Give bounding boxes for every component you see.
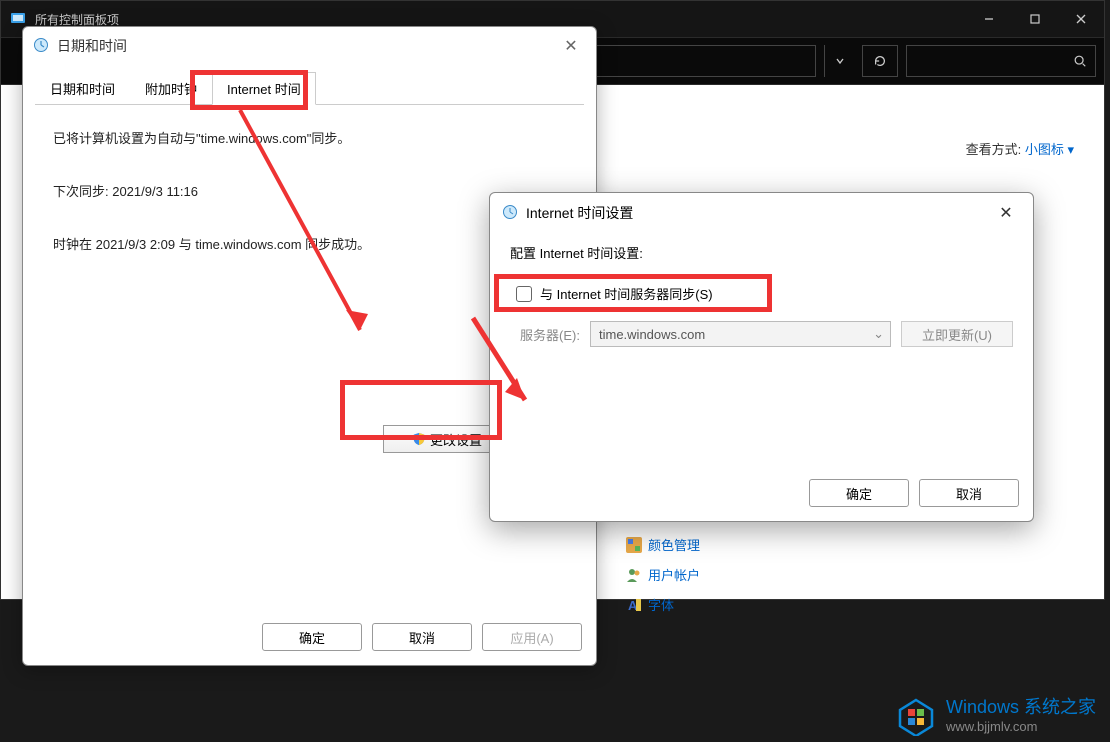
view-by: 查看方式: 小图标 ▾ bbox=[966, 139, 1074, 158]
refresh-button[interactable] bbox=[862, 45, 898, 77]
clock-icon bbox=[502, 204, 520, 222]
server-row: 服务器(E): time.windows.com ⌄ 立即更新(U) bbox=[510, 321, 1013, 347]
dialog-titlebar: Internet 时间设置 ✕ bbox=[490, 193, 1033, 233]
cp-item-user[interactable]: 用户帐户 bbox=[626, 565, 700, 584]
watermark-logo-icon bbox=[896, 696, 936, 736]
sync-checkbox-label: 与 Internet 时间服务器同步(S) bbox=[540, 284, 713, 303]
server-combobox[interactable]: time.windows.com ⌄ bbox=[590, 321, 891, 347]
font-icon: A bbox=[626, 597, 642, 613]
internet-time-dialog: Internet 时间设置 ✕ 配置 Internet 时间设置: 与 Inte… bbox=[489, 192, 1034, 522]
search-icon bbox=[1073, 54, 1087, 68]
dialog-footer: 确定 取消 应用(A) bbox=[262, 623, 582, 651]
address-dropdown[interactable] bbox=[824, 45, 854, 77]
cancel-button[interactable]: 取消 bbox=[372, 623, 472, 651]
server-value: time.windows.com bbox=[599, 327, 705, 342]
clock-icon bbox=[33, 37, 51, 55]
watermark: Windows 系统之家 www.bjjmlv.com bbox=[896, 696, 1096, 736]
cp-item-label: 字体 bbox=[648, 595, 674, 614]
update-now-button[interactable]: 立即更新(U) bbox=[901, 321, 1013, 347]
watermark-text: Windows 系统之家 www.bjjmlv.com bbox=[946, 697, 1096, 734]
ok-button[interactable]: 确定 bbox=[809, 479, 909, 507]
chevron-down-icon: ⌄ bbox=[873, 326, 884, 342]
window-title: 所有控制面板项 bbox=[35, 11, 119, 28]
server-label: 服务器(E): bbox=[510, 325, 580, 344]
user-icon bbox=[626, 567, 642, 583]
tab-additional-clocks[interactable]: 附加时钟 bbox=[130, 72, 212, 105]
close-icon[interactable]: ✕ bbox=[991, 203, 1021, 223]
dialog-footer: 确定 取消 bbox=[809, 479, 1019, 507]
control-panel-icon bbox=[9, 10, 27, 28]
sync-checkbox-row: 与 Internet 时间服务器同步(S) bbox=[510, 280, 1013, 307]
cp-item-label: 颜色管理 bbox=[648, 535, 700, 554]
tab-strip: 日期和时间 附加时钟 Internet 时间 bbox=[35, 71, 584, 105]
tab-datetime[interactable]: 日期和时间 bbox=[35, 72, 130, 105]
view-by-label: 查看方式: bbox=[966, 142, 1022, 157]
dialog-title: 日期和时间 bbox=[57, 36, 127, 56]
sync-checkbox[interactable] bbox=[516, 286, 532, 302]
watermark-line1: Windows 系统之家 bbox=[946, 697, 1096, 719]
view-by-value[interactable]: 小图标 ▾ bbox=[1025, 142, 1074, 157]
tab-internet-time[interactable]: Internet 时间 bbox=[212, 72, 316, 105]
minimize-button[interactable] bbox=[966, 1, 1012, 37]
watermark-line2: www.bjjmlv.com bbox=[946, 719, 1096, 735]
dialog-body: 配置 Internet 时间设置: 与 Internet 时间服务器同步(S) … bbox=[490, 233, 1033, 357]
close-button[interactable] bbox=[1058, 1, 1104, 37]
cp-item-label: 用户帐户 bbox=[648, 565, 700, 584]
color-icon bbox=[626, 537, 642, 553]
dialog-title: Internet 时间设置 bbox=[526, 203, 633, 223]
search-box[interactable] bbox=[906, 45, 1096, 77]
window-controls bbox=[966, 1, 1104, 37]
ok-button[interactable]: 确定 bbox=[262, 623, 362, 651]
close-icon[interactable]: ✕ bbox=[556, 36, 586, 56]
shield-icon bbox=[412, 432, 426, 446]
button-label: 更改设置 bbox=[430, 430, 482, 449]
cp-item-color[interactable]: 颜色管理 bbox=[626, 535, 700, 554]
sync-info-text: 已将计算机设置为自动与"time.windows.com"同步。 bbox=[53, 129, 566, 150]
dialog-titlebar: 日期和时间 ✕ bbox=[23, 27, 596, 65]
maximize-button[interactable] bbox=[1012, 1, 1058, 37]
subtitle-text: 配置 Internet 时间设置: bbox=[510, 243, 1013, 262]
cancel-button[interactable]: 取消 bbox=[919, 479, 1019, 507]
apply-button[interactable]: 应用(A) bbox=[482, 623, 582, 651]
cp-item-font[interactable]: A 字体 bbox=[626, 595, 674, 614]
